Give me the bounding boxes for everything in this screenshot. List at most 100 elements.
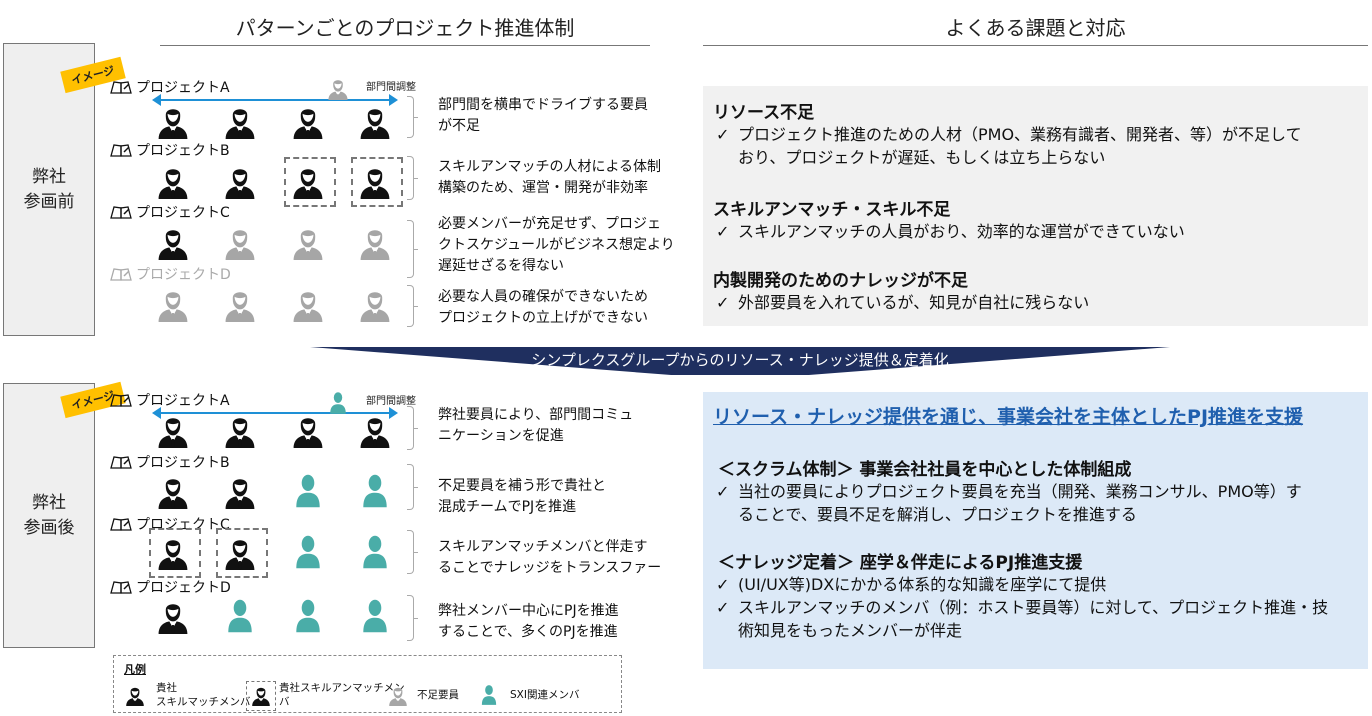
support-title: リソース・ナレッジ提供を通じ、事業会社を主体としたPJ推進を支援 (713, 406, 1304, 428)
check-line: (UI/UX等)DXにかかる体系的な知識を座学にて提供 (738, 575, 1107, 594)
after-description-1: 弊社要員により、部門間コミュ ニケーションを促進 (438, 405, 633, 447)
after-description-4: 弊社メンバー中心にPJを推進 することで、多くのPJを推進 (438, 601, 619, 643)
description-line: クトスケジュールがビジネス想定より (438, 237, 675, 253)
description-line: が不足 (438, 118, 480, 134)
client-member-icon (290, 103, 326, 139)
before-description-4: 必要な人員の確保ができないため プロジェクトの立上げができない (438, 287, 648, 329)
check-text: スキルアンマッチの人員がおり、効率的な運営ができていない (738, 220, 1185, 243)
legend-title: 凡例 (124, 663, 146, 676)
before-project-2: プロジェクトB (110, 140, 230, 160)
legend-label-4: SXI関連メンバ (510, 688, 579, 702)
check-line: スキルアンマッチの人員がおり、効率的な運営ができていない (738, 222, 1185, 241)
legend-label-2: 貴社スキルアンマッチメンバ (279, 681, 405, 709)
check-text: 外部要員を入れているが、知見が自社に残らない (738, 291, 1089, 314)
description-line: 遅延せざるを得ない (438, 258, 564, 274)
right-section-title: よくある課題と対応 (703, 12, 1368, 46)
sxi-member-icon (357, 473, 393, 509)
check-icon: ✓ (716, 482, 730, 501)
before-project-3: プロジェクトC (110, 202, 230, 222)
client-member-icon (155, 473, 191, 509)
notebook-icon (110, 267, 132, 281)
before-brace (407, 285, 418, 327)
after-description-2: 不足要員を補う形で貴社と 混成チームでPJを推進 (438, 476, 606, 518)
legend-client-unmatched-member-icon (246, 681, 276, 711)
legend-sxi-member-icon (478, 684, 500, 706)
client-member-icon (222, 163, 258, 199)
notebook-icon (110, 205, 132, 219)
description-line: することで、多くのPJを推進 (438, 624, 618, 640)
cross-dept-arrow-before (152, 94, 398, 106)
issue-heading-2: スキルアンマッチ・スキル不足 (713, 200, 951, 220)
missing-member-icon (290, 286, 326, 322)
after-project-name: プロジェクトA (136, 393, 230, 409)
sxi-member-icon (222, 598, 258, 634)
issue-heading-1: リソース不足 (713, 103, 815, 123)
legend-line: 貴社スキルアンマッチメン (279, 682, 405, 694)
issue-heading-3: 内製開発のためのナレッジが不足 (713, 271, 968, 291)
after-brace (407, 406, 418, 450)
description-line: 弊社メンバー中心にPJを推進 (438, 603, 619, 619)
before-brace (407, 156, 418, 200)
legend-line: 貴社 (156, 682, 177, 694)
description-line: スキルアンマッチメンバと伴走す (438, 539, 648, 555)
check-icon: ✓ (716, 575, 730, 594)
sxi-member-icon (290, 534, 326, 570)
description-line: ニケーションを促進 (438, 428, 564, 444)
client-unmatched-member-icon (351, 157, 403, 207)
before-project-1: プロジェクトA (110, 77, 230, 97)
after-brace (407, 530, 418, 574)
client-unmatched-member-icon (216, 528, 268, 578)
missing-member-icon (357, 224, 393, 260)
after-brace (407, 464, 418, 510)
before-side-label-line2: 参画前 (23, 191, 75, 212)
legend: 凡例 貴社 スキルマッチメンバ 貴社スキルアンマッチメンバ不足要員 SXI関連メンバ (113, 655, 622, 713)
check-text: 当社の要員によりプロジェクト要員を充当（開発、業務コンサル、PMO等）す ることで… (738, 480, 1302, 526)
check-item: ✓ (UI/UX等)DXにかかる体系的な知識を座学にて提供 (716, 573, 1361, 596)
after-project-4: プロジェクトD (110, 577, 231, 597)
description-line: ることでナレッジをトランスファー (438, 560, 662, 576)
legend-line: 不足要員 (417, 689, 459, 701)
before-brace (407, 96, 418, 138)
client-member-icon (222, 103, 258, 139)
description-line: 部門間を横串でドライブする要員 (438, 97, 648, 113)
before-project-name: プロジェクトD (136, 267, 231, 283)
after-project-1: プロジェクトA (110, 390, 230, 410)
client-member-icon (155, 163, 191, 199)
description-line: プロジェクトの立上げができない (438, 310, 648, 326)
check-text: プロジェクト推進のための人材（PMO、業務有識者、開発者、等）が不足して おり、プ… (738, 123, 1302, 169)
sxi-member-icon (290, 598, 326, 634)
description-line: 不足要員を補う形で貴社と (438, 478, 606, 494)
before-description-2: スキルアンマッチの人材による体制 構築のため、運営・開発が非効率 (438, 157, 661, 199)
cross-dept-person-before (326, 76, 350, 100)
before-side-label-line1: 弊社 (32, 166, 66, 187)
sxi-member-icon (357, 534, 393, 570)
legend-label-1: 貴社スキルマッチメンバ (156, 681, 251, 709)
before-description-3: 必要メンバーが充足せず、プロジェ クトスケジュールがビジネス想定より 遅延せざるを得… (438, 214, 675, 277)
client-member-icon (155, 224, 191, 260)
description-line: 必要メンバーが充足せず、プロジェ (438, 216, 662, 232)
description-line: スキルアンマッチの人材による体制 (438, 159, 662, 175)
notebook-icon (110, 143, 132, 157)
notebook-icon (110, 455, 132, 469)
left-section-title: パターンごとのプロジェクト推進体制 (160, 12, 650, 46)
legend-line: スキルマッチメンバ (156, 696, 251, 708)
client-member-icon (222, 412, 258, 448)
check-line: おり、プロジェクトが遅延、もしくは立ち上らない (738, 148, 1106, 167)
before-project-name: プロジェクトA (136, 80, 230, 96)
cross-dept-label-after: 部門間調整 (366, 396, 416, 407)
sxi-member-icon (290, 473, 326, 509)
check-item: ✓ 当社の要員によりプロジェクト要員を充当（開発、業務コンサル、PMO等）す ること… (716, 480, 1361, 526)
sxi-member-icon (357, 598, 393, 634)
description-line: 構築のため、運営・開発が非効率 (438, 180, 648, 196)
after-project-name: プロジェクトB (136, 455, 230, 471)
transition-band-text: シンプレクスグループからのリソース・ナレッジ提供＆定着化 (531, 351, 949, 369)
missing-member-icon (357, 286, 393, 322)
notebook-icon (110, 580, 132, 594)
missing-member-icon (222, 224, 258, 260)
check-item: ✓ スキルアンマッチのメンバ（例：ホスト要員等）に対して、プロジェクト推進・技 術知… (716, 596, 1361, 642)
description-line: 弊社要員により、部門間コミュ (438, 407, 634, 423)
check-line: 術知見をもったメンバーが伴走 (738, 621, 963, 640)
support-heading-1: ＜スクラム体制＞ 事業会社社員を中心とした体制組成 (718, 460, 1132, 480)
notebook-icon (110, 80, 132, 94)
after-project-2: プロジェクトB (110, 452, 230, 472)
